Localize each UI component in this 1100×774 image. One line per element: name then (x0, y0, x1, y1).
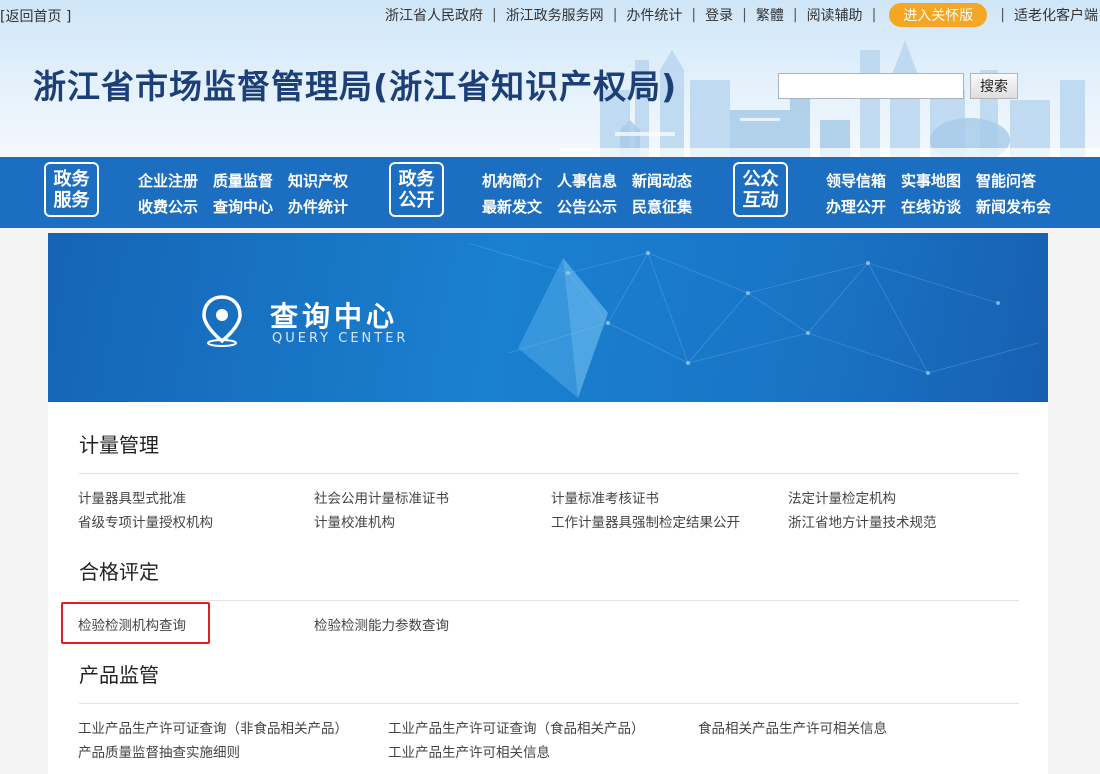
nav-link[interactable]: 收费公示 (138, 196, 198, 217)
login-link[interactable]: 登录 (705, 5, 733, 25)
banner-title: 查询中心 (270, 300, 399, 333)
nav-link[interactable]: 知识产权 (288, 170, 348, 191)
nav-link[interactable]: 人事信息 (557, 170, 617, 191)
nav-link[interactable]: 企业注册 (138, 170, 198, 191)
nav-link[interactable]: 新闻发布会 (976, 196, 1051, 217)
search-button[interactable]: 搜索 (970, 73, 1018, 99)
link-measurement-standard-cert[interactable]: 计量标准考核证书 (551, 487, 659, 507)
top-links: 浙江省人民政府 | 浙江政务服务网 | 办件统计 | 登录 | 繁體 | 阅读辅… (385, 3, 1098, 27)
zj-gov-link[interactable]: 浙江省人民政府 (385, 5, 483, 25)
nav-link[interactable]: 实事地图 (901, 170, 961, 191)
link-local-technical-specs[interactable]: 浙江省地方计量技术规范 (788, 511, 937, 531)
nav-group-gov-open: 机构简介 人事信息 新闻动态 最新发文 公告公示 民意征集 (482, 167, 707, 219)
link-production-license-nonfood[interactable]: 工业产品生产许可证查询（非食品相关产品） (78, 717, 348, 737)
section-title-conformity: 合格评定 (79, 560, 159, 584)
query-center-banner: 查询中心 QUERY CENTER (48, 233, 1048, 402)
section-title-metrology: 计量管理 (79, 433, 159, 457)
nav-badge-gov-open[interactable]: 政务 公开 (389, 162, 444, 217)
site-header: [返回首页 ] 浙江省人民政府 | 浙江政务服务网 | 办件统计 | 登录 | … (0, 0, 1100, 157)
separator: | (612, 7, 618, 23)
badge-line: 政务 (53, 169, 90, 190)
nav-link[interactable]: 公告公示 (557, 196, 617, 217)
section-divider (79, 473, 1019, 474)
separator: | (491, 7, 497, 23)
nav-link[interactable]: 在线访谈 (901, 196, 961, 217)
nav-link[interactable]: 最新发文 (482, 196, 542, 217)
nav-link[interactable]: 新闻动态 (632, 170, 692, 191)
highlight-box (61, 602, 210, 644)
section-title-product: 产品监管 (79, 663, 159, 687)
query-content: 计量管理 计量器具型式批准 社会公用计量标准证书 计量标准考核证书 法定计量检定… (48, 402, 1048, 774)
location-pin-icon (202, 295, 242, 347)
banner-subtitle: QUERY CENTER (272, 331, 409, 346)
link-food-related-license-info[interactable]: 食品相关产品生产许可相关信息 (698, 717, 887, 737)
back-home-link[interactable]: [返回首页 ] (0, 6, 71, 26)
nav-group-public-interaction: 领导信箱 实事地图 智能问答 办理公开 在线访谈 新闻发布会 (826, 167, 1066, 219)
top-bar: [返回首页 ] 浙江省人民政府 | 浙江政务服务网 | 办件统计 | 登录 | … (0, 0, 1100, 30)
link-mandatory-verification-results[interactable]: 工作计量器具强制检定结果公开 (551, 511, 740, 531)
badge-line: 互动 (742, 190, 779, 211)
separator: | (1000, 7, 1005, 23)
link-inspection-capability-query[interactable]: 检验检测能力参数查询 (314, 614, 449, 634)
link-public-measurement-standard[interactable]: 社会公用计量标准证书 (314, 487, 449, 507)
search-input[interactable] (778, 73, 964, 99)
link-instrument-type-approval[interactable]: 计量器具型式批准 (78, 487, 186, 507)
link-calibration-agency[interactable]: 计量校准机构 (314, 511, 395, 531)
link-quality-spot-check-rules[interactable]: 产品质量监督抽查实施细则 (78, 741, 240, 761)
nav-badge-gov-service[interactable]: 政务 服务 (44, 162, 99, 217)
badge-line: 公开 (398, 190, 435, 211)
section-divider (79, 600, 1019, 601)
nav-link[interactable]: 民意征集 (632, 196, 692, 217)
reading-aid-link[interactable]: 阅读辅助 (807, 5, 863, 25)
link-legal-verification-agency[interactable]: 法定计量检定机构 (788, 487, 896, 507)
site-title: 浙江省市场监督管理局(浙江省知识产权局) (33, 67, 678, 106)
main-nav: 政务 服务 企业注册 质量监督 知识产权 收费公示 查询中心 办件统计 政务 公… (0, 157, 1100, 228)
nav-badge-public-interaction[interactable]: 公众 互动 (733, 162, 788, 217)
link-provincial-authorized-agency[interactable]: 省级专项计量授权机构 (78, 511, 213, 531)
nav-group-gov-service: 企业注册 质量监督 知识产权 收费公示 查询中心 办件统计 (138, 167, 363, 219)
zj-service-link[interactable]: 浙江政务服务网 (506, 5, 604, 25)
separator: | (792, 7, 798, 23)
network-decoration (467, 242, 1039, 398)
nav-link[interactable]: 智能问答 (976, 170, 1036, 191)
section-divider (79, 703, 1019, 704)
badge-line: 政务 (398, 169, 435, 190)
badge-line: 公众 (742, 169, 779, 190)
nav-link[interactable]: 领导信箱 (826, 170, 886, 191)
link-production-license-info[interactable]: 工业产品生产许可相关信息 (388, 741, 550, 761)
nav-link[interactable]: 质量监督 (213, 170, 273, 191)
separator: | (871, 7, 877, 23)
elder-client-link[interactable]: 适老化客户端 (1014, 5, 1098, 25)
care-mode-button[interactable]: 进入关怀版 (889, 3, 988, 27)
separator: | (742, 7, 747, 23)
link-production-license-food[interactable]: 工业产品生产许可证查询（食品相关产品） (388, 717, 645, 737)
nav-link[interactable]: 办件统计 (288, 196, 348, 217)
nav-link[interactable]: 机构简介 (482, 170, 542, 191)
separator: | (691, 7, 697, 23)
nav-link[interactable]: 办理公开 (826, 196, 886, 217)
nav-link[interactable]: 查询中心 (213, 196, 273, 217)
case-stats-link[interactable]: 办件统计 (626, 5, 682, 25)
badge-line: 服务 (53, 190, 90, 211)
traditional-chinese-link[interactable]: 繁體 (756, 5, 784, 25)
